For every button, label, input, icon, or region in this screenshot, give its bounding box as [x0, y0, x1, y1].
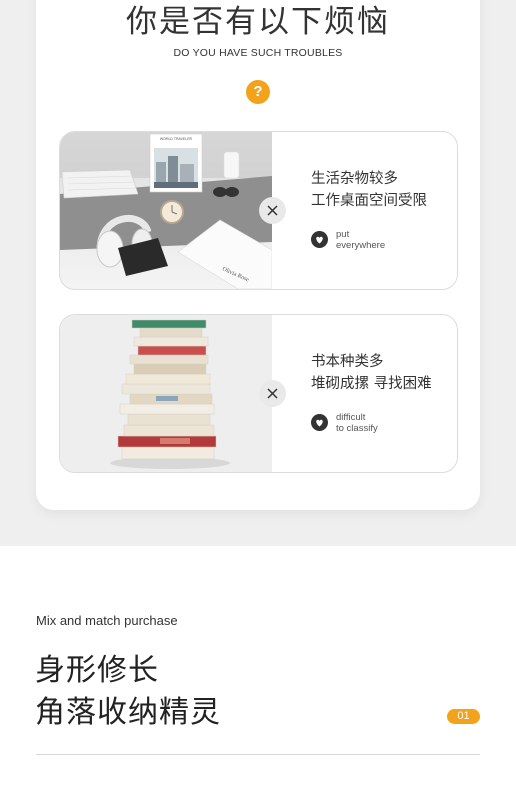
page-subtitle: DO YOU HAVE SUCH TROUBLES — [173, 47, 343, 59]
divider — [36, 754, 480, 755]
page-title: 你是否有以下烦恼 — [126, 4, 390, 40]
product-section: Mix and match purchase 身形修长 角落收纳精灵 01 — [0, 546, 516, 800]
trouble-english: difficult to classify — [336, 412, 378, 434]
section-number-badge: 01 — [447, 709, 480, 724]
heart-icon — [311, 231, 328, 248]
book-stack-photo — [60, 315, 272, 472]
trouble-card-books: 书本种类多 堆砌成摞 寻找困难 difficult to classify — [59, 314, 458, 473]
trouble-description: 书本种类多 堆砌成摞 寻找困难 — [311, 354, 432, 392]
close-icon[interactable] — [259, 197, 286, 224]
trouble-description: 生活杂物较多 工作桌面空间受限 — [311, 171, 427, 209]
question-icon: ? — [246, 80, 270, 104]
heart-icon — [311, 414, 328, 431]
close-icon[interactable] — [259, 380, 286, 407]
trouble-english: put everywhere — [336, 229, 386, 251]
desk-photo: WORLD TRAVELER Olivia Rose — [60, 132, 272, 289]
poster-title: WORLD TRAVELER — [160, 137, 193, 141]
section-kicker: Mix and match purchase — [36, 613, 178, 628]
trouble-card-clutter: WORLD TRAVELER Olivia Rose 生活杂物较多 工作桌面空间… — [59, 131, 458, 290]
section-heading: 身形修长 角落收纳精灵 — [35, 653, 221, 730]
